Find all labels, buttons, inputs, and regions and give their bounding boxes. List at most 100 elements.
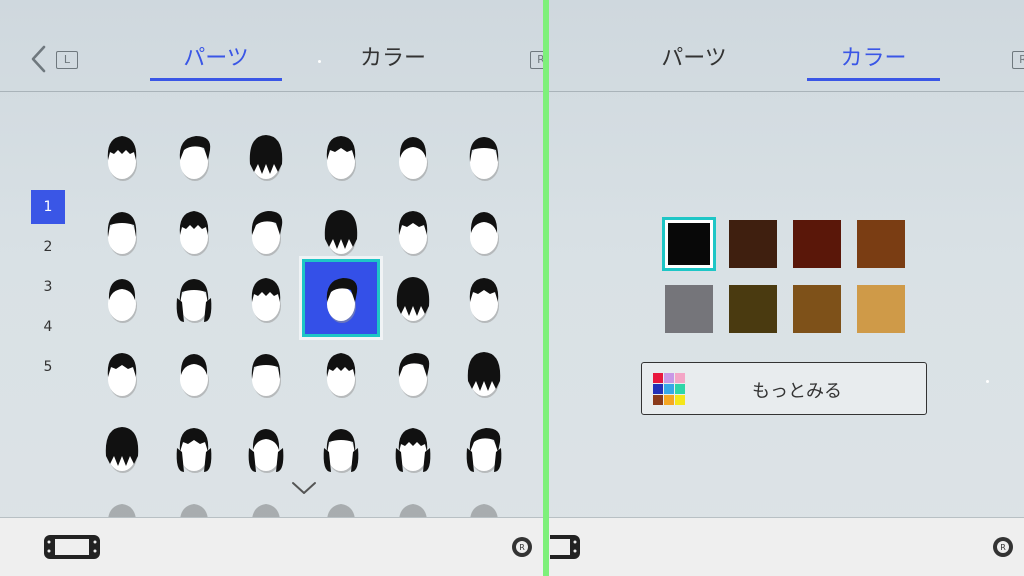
split-screen-divider (543, 0, 549, 576)
palette-cell (653, 395, 663, 405)
tabs-underline-divider (0, 91, 544, 92)
color-swatch[interactable] (793, 220, 841, 268)
handheld-console-icon (43, 534, 101, 564)
palette-cell (664, 395, 674, 405)
color-swatch[interactable] (729, 285, 777, 333)
hairstyle-option[interactable] (158, 120, 230, 192)
hairstyle-icon (249, 135, 283, 181)
hairstyle-option[interactable] (158, 337, 230, 409)
page-item-5[interactable]: 5 (31, 350, 65, 384)
color-swatch[interactable] (729, 220, 777, 268)
hairstyle-icon (470, 212, 499, 256)
hairstyle-icon (176, 428, 212, 473)
scroll-down-chevron-icon[interactable] (289, 478, 319, 498)
hairstyle-option[interactable] (158, 262, 230, 334)
more-colors-button[interactable]: もっとみる (641, 362, 927, 415)
hairstyle-option[interactable] (448, 262, 520, 334)
hairstyle-option[interactable] (86, 337, 158, 409)
hairstyle-icon (466, 428, 502, 473)
color-swatch[interactable] (793, 285, 841, 333)
hairstyle-option[interactable] (158, 412, 230, 484)
palette-icon (653, 373, 687, 407)
tab-parts[interactable]: パーツ (629, 45, 759, 81)
hairstyle-icon (180, 354, 209, 398)
tab-parts[interactable]: パーツ (150, 45, 282, 81)
hairstyle-icon (469, 137, 499, 181)
hairstyle-icon (467, 352, 501, 398)
r-stick-icon: R (510, 536, 534, 564)
tab-color[interactable]: カラー (807, 45, 940, 81)
color-swatch[interactable] (857, 220, 905, 268)
palette-cell (664, 384, 674, 394)
hairstyle-icon (251, 211, 283, 256)
hairstyle-option[interactable] (86, 412, 158, 484)
r-stick-icon: R (991, 536, 1015, 564)
hairstyle-icon (179, 136, 211, 181)
more-colors-label: もっとみる (752, 381, 842, 402)
hairstyle-option-partial (448, 488, 520, 518)
hairstyle-icon (324, 210, 358, 256)
hairstyle-icon (395, 428, 431, 473)
hairstyle-icon (326, 353, 356, 398)
tab-color[interactable]: カラー (328, 45, 458, 81)
hairstyle-icon (251, 278, 281, 323)
hairstyle-option[interactable] (448, 195, 520, 267)
page-item-3[interactable]: 3 (31, 270, 65, 304)
back-chevron-icon[interactable] (28, 44, 50, 74)
hairstyle-option[interactable] (230, 337, 302, 409)
hairstyle-icon (108, 279, 137, 323)
hairstyle-option[interactable] (86, 195, 158, 267)
hairstyle-option[interactable] (448, 120, 520, 192)
hairstyle-option[interactable] (230, 262, 302, 334)
color-swatch[interactable] (857, 285, 905, 333)
left-tabs-row: L パーツ カラー R (0, 0, 544, 92)
hairstyle-option[interactable] (377, 337, 449, 409)
hairstyle-option[interactable] (377, 262, 449, 334)
hairstyle-option-partial (158, 488, 230, 518)
hairstyle-option[interactable] (158, 195, 230, 267)
hairstyle-icon (251, 354, 281, 398)
page-list: 1 2 3 4 5 (31, 190, 65, 390)
hairstyle-option[interactable] (305, 120, 377, 192)
hairstyle-option[interactable] (305, 337, 377, 409)
hairstyle-option[interactable] (377, 412, 449, 484)
page-item-1[interactable]: 1 (31, 190, 65, 224)
palette-cell (675, 373, 685, 383)
hairstyle-option[interactable] (305, 195, 377, 267)
hairstyle-option[interactable] (377, 195, 449, 267)
right-tabs-row: パーツ カラー R (549, 0, 1024, 92)
hairstyle-option[interactable] (448, 337, 520, 409)
r-button-icon: R (530, 51, 544, 69)
sparkle-decoration (986, 380, 989, 383)
hairstyle-icon (399, 137, 428, 181)
hairstyle-icon (107, 353, 137, 398)
page-item-2[interactable]: 2 (31, 230, 65, 264)
l-button-icon: L (56, 51, 78, 69)
hairstyle-option[interactable] (230, 195, 302, 267)
hairstyle-option[interactable] (86, 120, 158, 192)
color-swatch[interactable] (662, 217, 716, 271)
hairstyle-icon (179, 211, 209, 256)
hairstyle-option[interactable] (230, 120, 302, 192)
hairstyle-option[interactable] (448, 412, 520, 484)
palette-cell (653, 373, 663, 383)
hairstyle-icon (398, 211, 428, 256)
hairstyle-option[interactable] (377, 120, 449, 192)
hairstyle-option[interactable] (86, 262, 158, 334)
palette-cell (675, 384, 685, 394)
color-swatch[interactable] (665, 285, 713, 333)
r-button-icon: R (1012, 51, 1024, 69)
hairstyle-option[interactable] (302, 259, 380, 337)
hairstyle-option[interactable] (305, 412, 377, 484)
hairstyle-icon (326, 136, 356, 181)
hairstyle-option[interactable] (230, 412, 302, 484)
hairstyle-icon (176, 279, 212, 323)
page-item-4[interactable]: 4 (31, 310, 65, 344)
hairstyle-icon (326, 278, 358, 323)
palette-cell (653, 384, 663, 394)
hairstyle-icon (107, 136, 137, 181)
svg-text:R: R (1000, 543, 1006, 552)
hairstyle-icon (248, 429, 284, 473)
palette-cell (675, 395, 685, 405)
sparkle-decoration (318, 60, 321, 63)
